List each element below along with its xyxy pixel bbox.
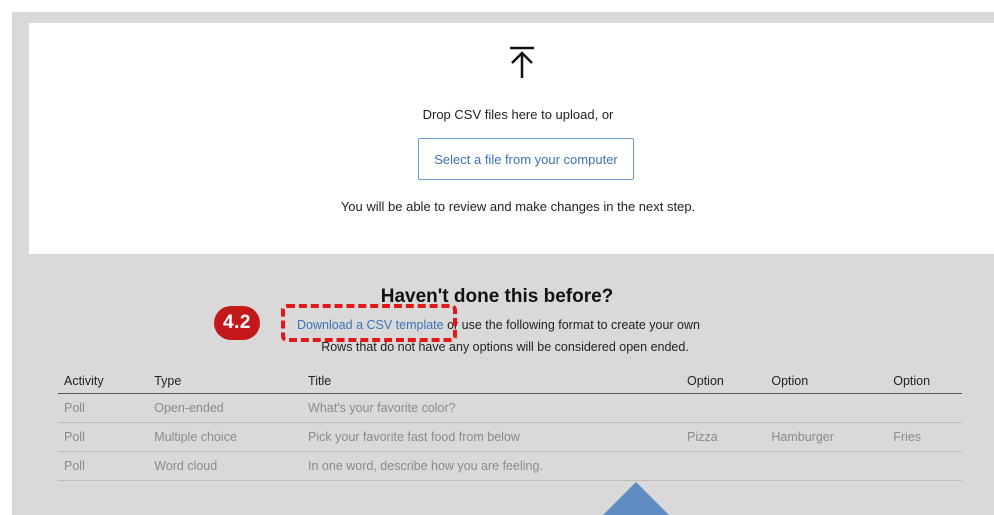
- cell-option: [887, 393, 962, 423]
- cell-option: Pizza: [681, 422, 766, 452]
- cell-option: [681, 451, 766, 481]
- cell-type: Multiple choice: [148, 422, 303, 452]
- cell-title: What's your favorite color?: [302, 393, 682, 423]
- select-file-button[interactable]: Select a file from your computer: [418, 138, 634, 180]
- column-header-title: Title: [302, 368, 682, 394]
- cell-option: [765, 451, 888, 481]
- cell-option: [765, 393, 888, 423]
- cell-title: In one word, describe how you are feelin…: [302, 451, 682, 481]
- column-header-activity: Activity: [58, 368, 149, 394]
- step-badge: 4.2: [214, 306, 260, 340]
- cell-option: Hamburger: [765, 422, 888, 452]
- cell-option: [681, 393, 766, 423]
- csv-format-table: Activity Type Title Option Option Option…: [58, 368, 962, 481]
- upload-arrow-icon: [510, 46, 534, 78]
- table-row: Poll Open-ended What's your favorite col…: [58, 393, 962, 423]
- drop-instructions: Drop CSV files here to upload, or: [422, 107, 614, 122]
- upload-dropzone[interactable]: Drop CSV files here to upload, or Select…: [29, 23, 994, 254]
- rows-note: Rows that do not have any options will b…: [321, 340, 689, 354]
- cell-activity: Poll: [58, 393, 149, 423]
- table-header-row: Activity Type Title Option Option Option: [58, 368, 962, 394]
- highlight-box: [281, 304, 457, 342]
- cell-title: Pick your favorite fast food from below: [302, 422, 682, 452]
- cell-option: [887, 451, 962, 481]
- column-header-option-2: Option: [765, 368, 888, 394]
- cell-activity: Poll: [58, 451, 149, 481]
- table-row: Poll Word cloud In one word, describe ho…: [58, 451, 962, 481]
- format-text: or use the following format to create yo…: [443, 318, 700, 332]
- pointer-triangle-icon: [603, 482, 669, 515]
- cell-option: Fries: [887, 422, 962, 452]
- cell-activity: Poll: [58, 422, 149, 452]
- column-header-option-3: Option: [887, 368, 962, 394]
- table-row: Poll Multiple choice Pick your favorite …: [58, 422, 962, 452]
- review-note: You will be able to review and make chan…: [340, 199, 696, 214]
- cell-type: Open-ended: [148, 393, 303, 423]
- column-header-type: Type: [148, 368, 303, 394]
- help-heading: Haven't done this before?: [380, 286, 614, 307]
- column-header-option-1: Option: [681, 368, 766, 394]
- cell-type: Word cloud: [148, 451, 303, 481]
